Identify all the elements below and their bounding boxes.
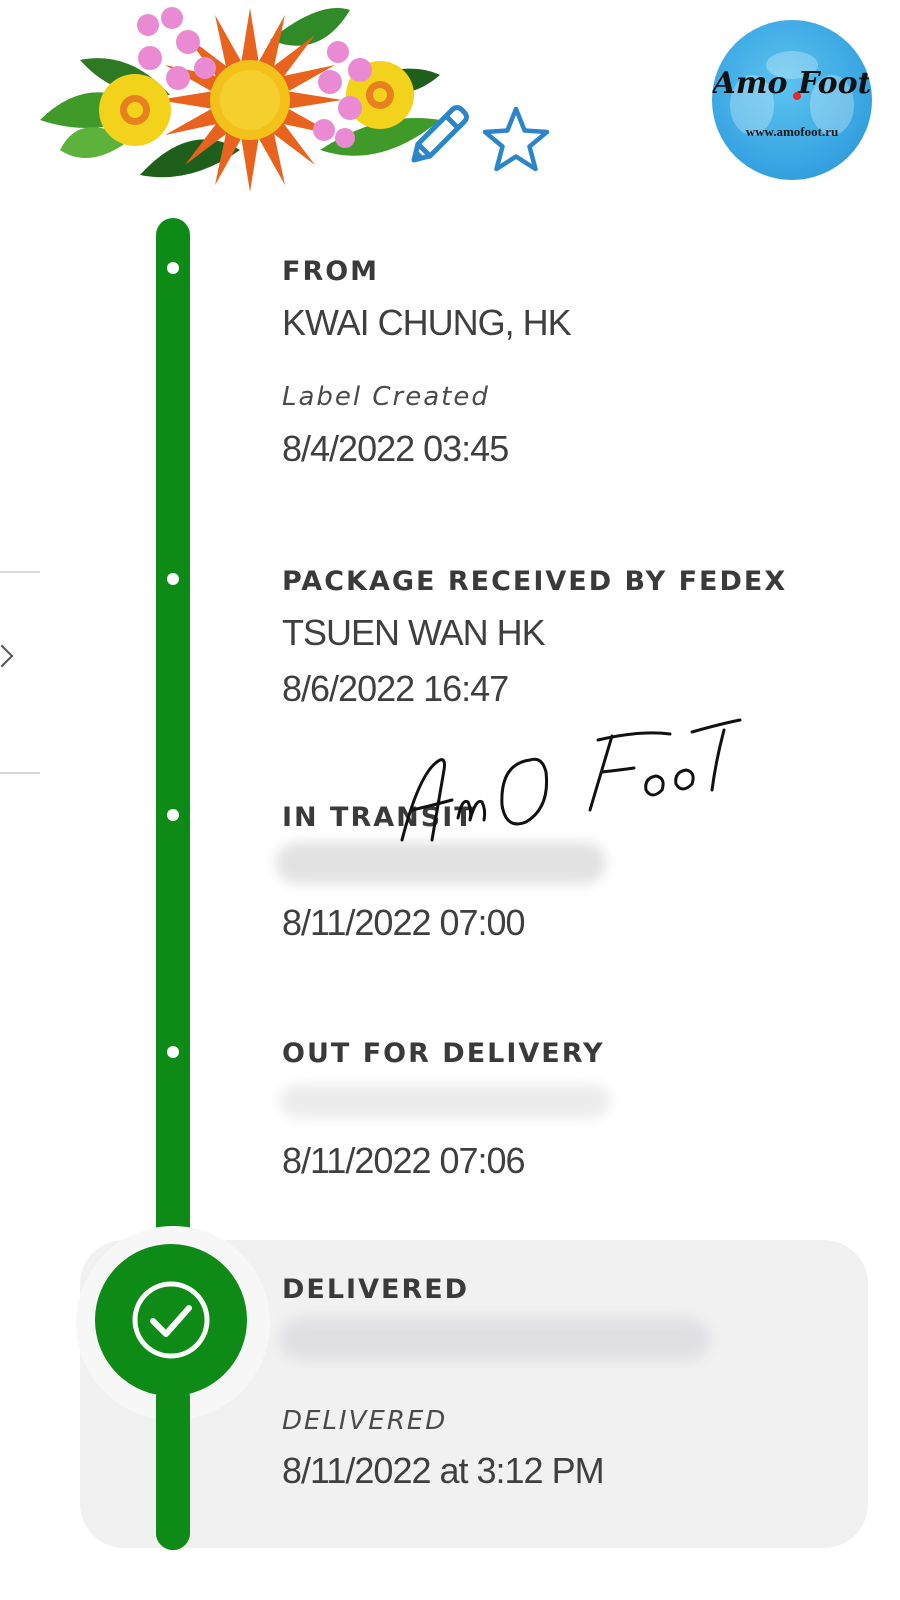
timeline-node	[167, 262, 179, 274]
event-label: PACKAGE RECEIVED BY FEDEX	[282, 566, 788, 597]
from-label: FROM	[282, 256, 380, 287]
signature-watermark-icon	[400, 718, 742, 842]
divider	[0, 772, 40, 774]
event-datetime: 8/11/2022 07:00	[282, 902, 526, 943]
redacted-location	[280, 1084, 610, 1118]
star-outline-icon[interactable]	[480, 104, 552, 174]
amofoot-logo: Amo Foot www.amofoot.ru	[712, 20, 872, 180]
flower-decoration-icon	[40, 7, 440, 192]
page-title-partial	[95, 138, 395, 168]
timeline-track-end	[156, 1380, 190, 1550]
timeline-node	[167, 1046, 179, 1058]
delivered-status: DELIVERED	[282, 1406, 448, 1436]
logo-name: Amo Foot	[712, 66, 872, 101]
logo-url: www.amofoot.ru	[745, 124, 839, 139]
timeline-node	[167, 573, 179, 585]
timeline-node	[167, 809, 179, 821]
pencil-icon[interactable]	[400, 100, 474, 174]
delivered-datetime: 8/11/2022 at 3:12 PM	[282, 1450, 605, 1491]
from-status: Label Created	[282, 382, 490, 412]
divider	[0, 571, 40, 573]
event-datetime: 8/11/2022 07:06	[282, 1140, 526, 1181]
from-location: KWAI CHUNG, HK	[282, 302, 572, 343]
redacted-location	[280, 1318, 710, 1360]
logo-dot	[793, 92, 801, 100]
from-datetime: 8/4/2022 03:45	[282, 428, 509, 469]
event-location: TSUEN WAN HK	[282, 612, 546, 653]
delivered-label: DELIVERED	[282, 1274, 470, 1305]
event-label: OUT FOR DELIVERY	[282, 1038, 605, 1069]
chevron-down-icon[interactable]	[0, 644, 14, 668]
check-circle-icon	[132, 1281, 210, 1359]
